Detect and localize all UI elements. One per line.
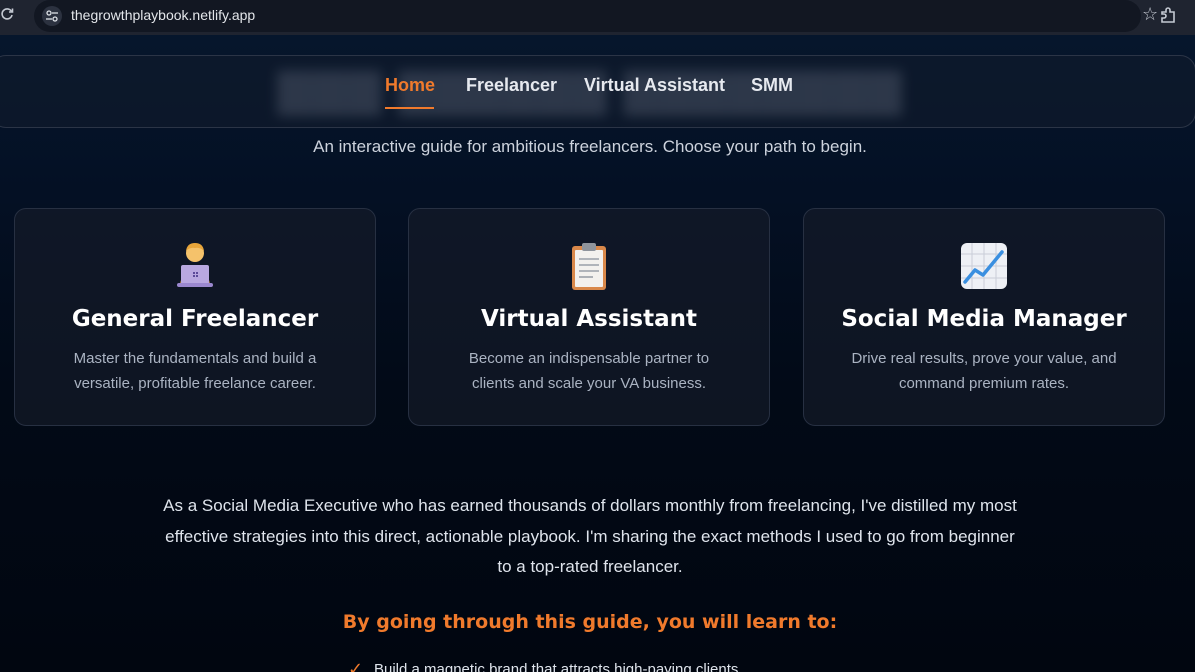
card-general-freelancer[interactable]: General Freelancer Master the fundamenta… [14,208,376,426]
card-social-media-manager[interactable]: Social Media Manager Drive real results,… [803,208,1165,426]
reload-icon[interactable] [0,6,18,26]
card-title: General Freelancer [71,306,319,332]
page: ▇▇▇ ▇▇▇▇▇▇ ▇▇▇▇▇▇▇▇ Home Freelancer Virt… [0,35,1195,672]
nav-active-underline [385,107,434,109]
card-description: Become an indispensable partner to clien… [468,350,710,392]
clipboard-icon [409,240,769,292]
person-laptop-icon [15,240,375,292]
check-icon: ✓ [348,658,364,672]
chart-increasing-icon [804,240,1164,292]
tune-icon[interactable] [42,6,62,26]
card-virtual-assistant[interactable]: Virtual Assistant Become an indispensabl… [408,208,770,426]
nav-smm[interactable]: SMM [751,75,793,96]
card-description: Drive real results, prove your value, an… [851,350,1117,392]
card-title: Virtual Assistant [480,306,698,332]
browser-toolbar: thegrowthplaybook.netlify.app ☆ [0,0,1195,35]
learn-item-text: Build a magnetic brand that attracts hig… [374,660,743,672]
card-description: Master the fundamentals and build a vers… [73,350,317,392]
nav-freelancer[interactable]: Freelancer [466,75,557,96]
hero-subtitle: An interactive guide for ambitious freel… [313,137,867,156]
address-bar[interactable]: thegrowthplaybook.netlify.app ☆ [34,0,1158,32]
learn-list-item: ✓ Build a magnetic brand that attracts h… [348,657,743,672]
puzzle-icon[interactable] [1158,6,1178,31]
url-text[interactable]: thegrowthplaybook.netlify.app [71,7,255,23]
nav-home[interactable]: Home [385,75,435,96]
card-title: Social Media Manager [841,306,1127,332]
nav-virtual-assistant[interactable]: Virtual Assistant [584,75,725,96]
learn-heading: By going through this guide, you will le… [342,611,838,633]
intro-paragraph: As a Social Media Executive who has earn… [163,496,1017,576]
